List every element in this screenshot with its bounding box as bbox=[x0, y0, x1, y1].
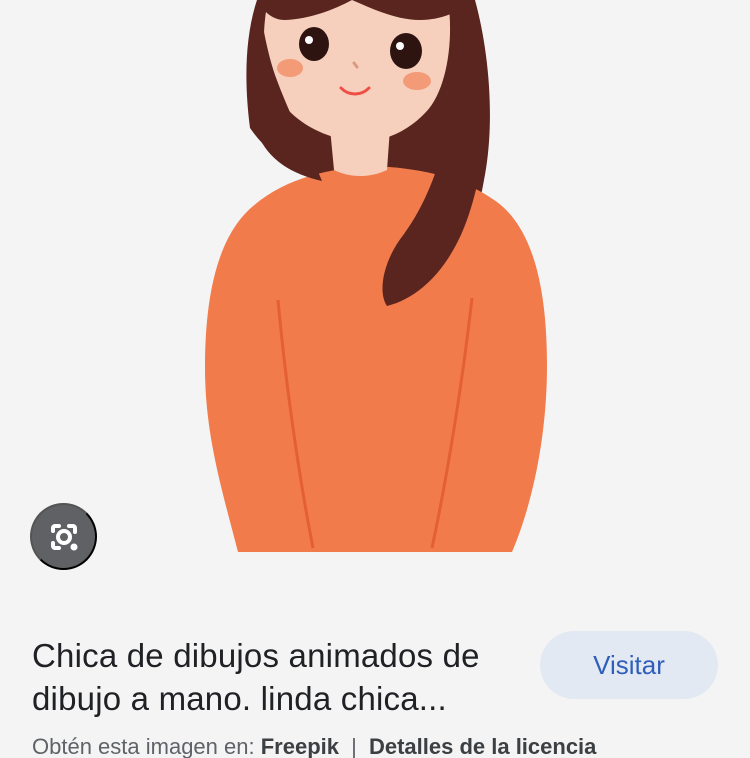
left-eye-shine bbox=[305, 36, 313, 44]
google-lens-button[interactable] bbox=[30, 503, 97, 570]
result-title[interactable]: Chica de dibujos animados de dibujo a ma… bbox=[32, 634, 522, 720]
orange-sweater bbox=[205, 166, 547, 552]
source-and-license-line: Obtén esta imagen en: Freepik | Detalles… bbox=[32, 736, 750, 758]
source-link[interactable]: Freepik bbox=[261, 736, 339, 758]
right-cheek bbox=[403, 72, 431, 90]
cartoon-girl-illustration bbox=[0, 0, 750, 600]
visit-button[interactable]: Visitar bbox=[540, 631, 718, 699]
source-prefix: Obtén esta imagen en: bbox=[32, 736, 255, 758]
right-eye-shine bbox=[396, 42, 404, 50]
left-cheek bbox=[277, 59, 303, 77]
source-divider: | bbox=[351, 736, 357, 758]
license-details-link[interactable]: Detalles de la licencia bbox=[369, 736, 596, 758]
image-preview[interactable] bbox=[0, 0, 750, 600]
right-eye bbox=[390, 33, 422, 69]
google-lens-icon bbox=[50, 523, 77, 550]
left-eye bbox=[299, 27, 329, 61]
